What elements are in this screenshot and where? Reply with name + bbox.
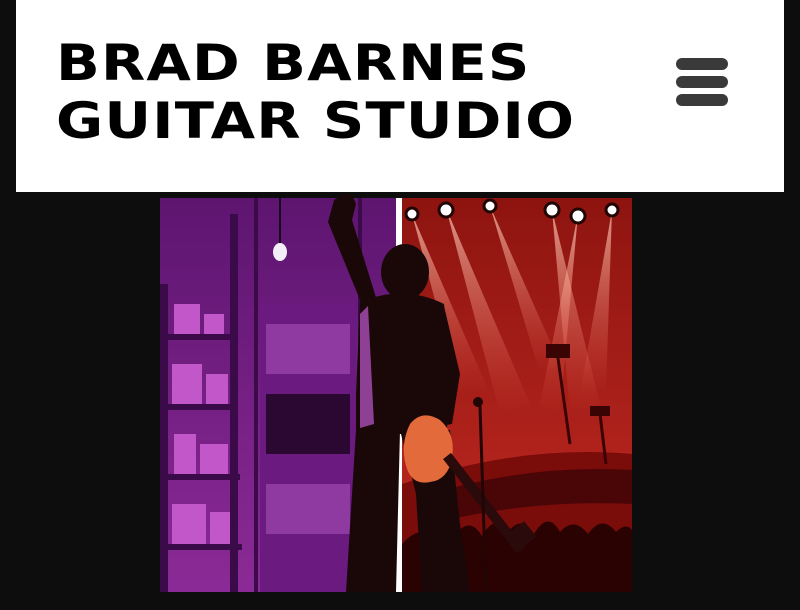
hamburger-menu-icon[interactable] (676, 56, 728, 108)
menu-bar-middle (676, 76, 728, 88)
title-line-1: BRAD BARNES (56, 34, 531, 92)
menu-bar-bottom (676, 94, 728, 106)
light-bulb (273, 243, 287, 261)
title-line-2: GUITAR STUDIO (56, 92, 576, 150)
guitarist-stage-illustration (160, 194, 632, 592)
menu-bar-top (676, 58, 728, 70)
hero-illustration (160, 194, 632, 592)
site-header: BRAD BARNES GUITAR STUDIO (16, 0, 784, 194)
site-title[interactable]: BRAD BARNES GUITAR STUDIO (56, 34, 575, 150)
